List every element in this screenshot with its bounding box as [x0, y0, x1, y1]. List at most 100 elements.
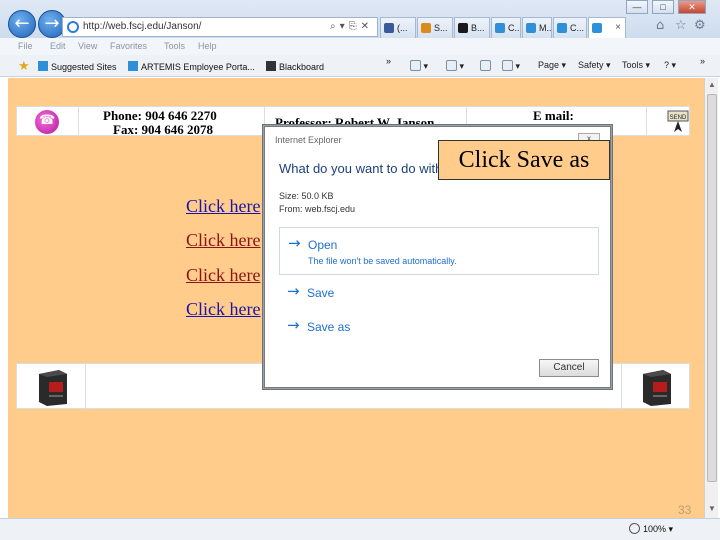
back-icon[interactable]: ← — [8, 10, 36, 38]
zoom-icon — [629, 523, 640, 534]
tools-menu[interactable]: Tools ▾ — [622, 60, 650, 71]
favorite-label: Suggested Sites — [51, 62, 117, 72]
tools-menu-label: Tools — [622, 60, 644, 70]
phone-icon — [35, 110, 59, 134]
tab-3[interactable]: B... — [454, 17, 490, 39]
file-source: From: web.fscj.edu — [279, 204, 356, 214]
tab-label: M... — [539, 23, 552, 33]
open-option-label: Open — [308, 238, 338, 252]
send-mail-icon[interactable]: SEND — [667, 109, 689, 133]
favorites-bar: ★ Suggested Sites ARTEMIS Employee Porta… — [0, 55, 720, 77]
site-icon — [495, 23, 505, 33]
arrow-right-icon: → — [287, 316, 300, 334]
tab-5[interactable]: M... — [522, 17, 552, 39]
close-window-button[interactable]: ✕ — [678, 0, 706, 14]
tab-active[interactable]: × — [588, 17, 626, 39]
ie-icon — [128, 61, 138, 71]
home-icon[interactable]: ⌂ — [656, 18, 664, 33]
tab-4[interactable]: C... — [491, 17, 521, 39]
site-icon — [526, 23, 536, 33]
home-toolbar-icon[interactable]: ▾ — [410, 60, 428, 72]
file-size: Size: 50.0 KB — [279, 191, 334, 201]
favorite-artemis[interactable]: ARTEMIS Employee Porta... — [128, 61, 255, 72]
favorite-label: Blackboard — [279, 62, 325, 72]
menu-favorites[interactable]: Favorites — [110, 41, 147, 51]
tab-2[interactable]: S... — [417, 17, 453, 39]
zoom-level[interactable]: 100% ▾ — [643, 524, 673, 535]
help-glyph: ? — [664, 60, 670, 70]
page-menu-label: Page — [538, 60, 560, 70]
safety-menu[interactable]: Safety ▾ — [578, 60, 611, 71]
ie-icon — [67, 21, 79, 33]
tab-6[interactable]: C... — [553, 17, 587, 39]
menu-help[interactable]: Help — [198, 41, 217, 51]
favorite-suggested-sites[interactable]: Suggested Sites — [38, 61, 117, 72]
page-menu[interactable]: Page ▾ — [538, 60, 566, 71]
help-icon[interactable]: ? ▾ — [664, 60, 676, 71]
favorites-icon[interactable]: ★ — [18, 58, 30, 74]
address-tools-icon[interactable]: ⌕▾⎘✕ — [330, 18, 373, 36]
tab-label: (... — [397, 23, 408, 33]
menu-edit[interactable]: Edit — [50, 41, 66, 51]
favorite-blackboard[interactable]: Blackboard — [266, 61, 324, 72]
slide: ← → http://web.fscj.edu/Janson/ ⌕▾⎘✕ (..… — [0, 0, 720, 540]
click-here-link-2[interactable]: Click here — [186, 230, 260, 251]
zoom-value: 100% — [643, 524, 667, 534]
site-icon — [557, 23, 567, 33]
scroll-up-icon[interactable]: ▲ — [705, 78, 719, 92]
tab-label: C... — [570, 23, 585, 33]
gear-icon[interactable]: ⚙ — [694, 18, 706, 33]
tab-close-icon[interactable]: × — [615, 18, 621, 38]
server-icon — [643, 370, 671, 406]
minimize-button[interactable]: — — [626, 0, 648, 14]
toolbar-overflow[interactable]: » — [700, 56, 705, 66]
tab-1[interactable]: (... — [380, 17, 416, 39]
open-option[interactable]: → Open The file won't be saved automatic… — [279, 227, 599, 275]
safety-menu-label: Safety — [578, 60, 604, 70]
menu-bar: File Edit View Favorites Tools Help — [0, 38, 720, 55]
feeds-icon[interactable]: ▾ — [446, 60, 464, 72]
menu-view[interactable]: View — [78, 41, 97, 51]
email-label: E mail: — [533, 108, 574, 123]
menu-file[interactable]: File — [18, 41, 33, 51]
contact-cell-icon — [17, 107, 79, 137]
click-here-link-1[interactable]: Click here — [186, 196, 260, 217]
facebook-icon — [384, 23, 394, 33]
tab-label: C... — [508, 23, 521, 33]
instruction-callout: Click Save as — [438, 140, 610, 180]
cancel-button[interactable]: Cancel — [539, 359, 599, 377]
address-bar[interactable]: http://web.fscj.edu/Janson/ ⌕▾⎘✕ — [62, 17, 378, 37]
phone-number: Phone: 904 646 2270 — [103, 108, 217, 123]
slide-page-number: 33 — [678, 503, 692, 517]
ie-icon — [38, 61, 48, 71]
favorites-overflow[interactable]: » — [386, 56, 391, 66]
maximize-button[interactable]: □ — [652, 0, 674, 14]
click-here-link-4[interactable]: Click here — [186, 299, 260, 320]
click-here-link-3[interactable]: Click here — [186, 265, 260, 286]
tab-label: S... — [434, 23, 448, 33]
status-bar: 100% ▾ — [0, 518, 720, 540]
browser-titlebar: ← → http://web.fscj.edu/Janson/ ⌕▾⎘✕ (..… — [0, 0, 720, 39]
print-icon[interactable]: ▾ — [502, 60, 520, 72]
favorites-star-icon[interactable]: ☆ — [675, 18, 687, 33]
favorite-label: ARTEMIS Employee Porta... — [141, 62, 255, 72]
save-option[interactable]: Save — [307, 286, 334, 300]
vertical-scrollbar[interactable]: ▲ ▼ — [704, 78, 718, 518]
mail-icon[interactable] — [480, 60, 491, 71]
arrow-right-icon: → — [288, 234, 301, 252]
blackboard-icon — [458, 23, 468, 33]
dialog-title: Internet Explorer — [275, 135, 342, 145]
scroll-down-icon[interactable]: ▼ — [705, 502, 719, 516]
tab-label: B... — [471, 23, 485, 33]
contact-cell-phone: Phone: 904 646 2270 Fax: 904 646 2078 — [79, 107, 265, 137]
address-url: http://web.fscj.edu/Janson/ — [83, 21, 202, 32]
dialog-question: What do you want to do with — [279, 161, 443, 176]
open-option-description: The file won't be saved automatically. — [308, 256, 457, 266]
ie-icon — [592, 23, 602, 33]
menu-tools[interactable]: Tools — [164, 41, 185, 51]
save-as-option[interactable]: Save as — [307, 320, 350, 334]
site-icon — [421, 23, 431, 33]
scroll-thumb[interactable] — [707, 94, 717, 482]
server-icon — [39, 370, 67, 406]
blackboard-icon — [266, 61, 276, 71]
